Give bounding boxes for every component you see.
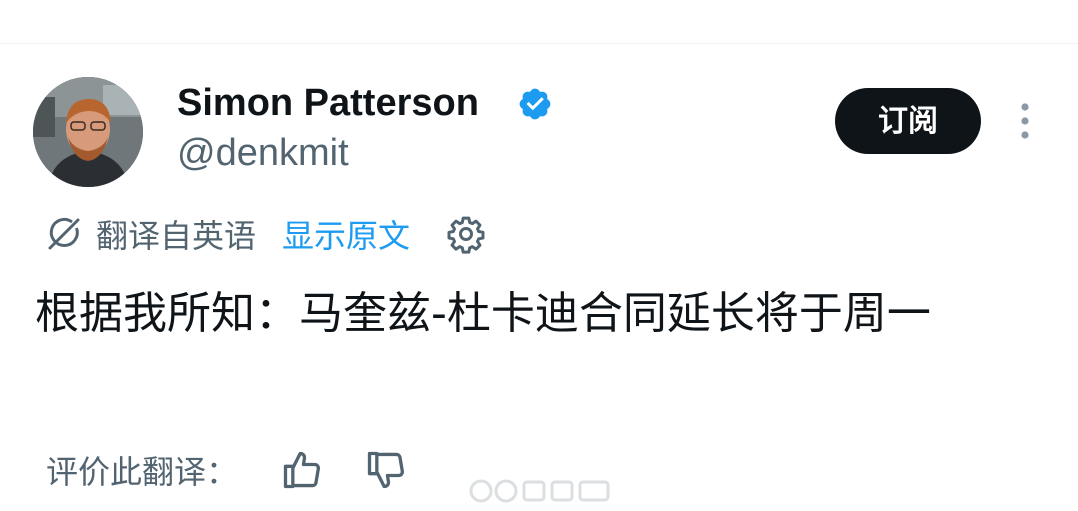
display-name[interactable]: Simon Patterson <box>177 80 479 126</box>
translation-bar: 翻译自英语 显示原文 <box>46 212 486 256</box>
thumbs-down-icon[interactable] <box>364 448 408 492</box>
tweet-page: Simon Patterson @denkmit 订阅 翻译自英语 显示原文 根… <box>0 0 1078 511</box>
thumbs-up-icon[interactable] <box>280 448 324 492</box>
user-handle[interactable]: @denkmit <box>177 130 349 176</box>
top-divider <box>0 43 1078 44</box>
more-vertical-icon[interactable] <box>1010 100 1040 142</box>
tweet-text: 根据我所知：马奎兹-杜卡迪合同延长将于周一 <box>35 288 931 339</box>
gear-icon[interactable] <box>446 214 486 254</box>
show-original-link[interactable]: 显示原文 <box>282 211 410 257</box>
rate-translation-bar: 评价此翻译： <box>46 446 408 494</box>
translate-icon <box>48 217 80 250</box>
watermark <box>469 479 610 503</box>
avatar[interactable] <box>33 77 143 187</box>
rate-translation-label: 评价此翻译： <box>46 453 239 491</box>
translated-from-label: 翻译自英语 <box>96 217 257 255</box>
subscribe-button[interactable]: 订阅 <box>835 88 981 154</box>
verified-badge-icon <box>519 88 551 120</box>
